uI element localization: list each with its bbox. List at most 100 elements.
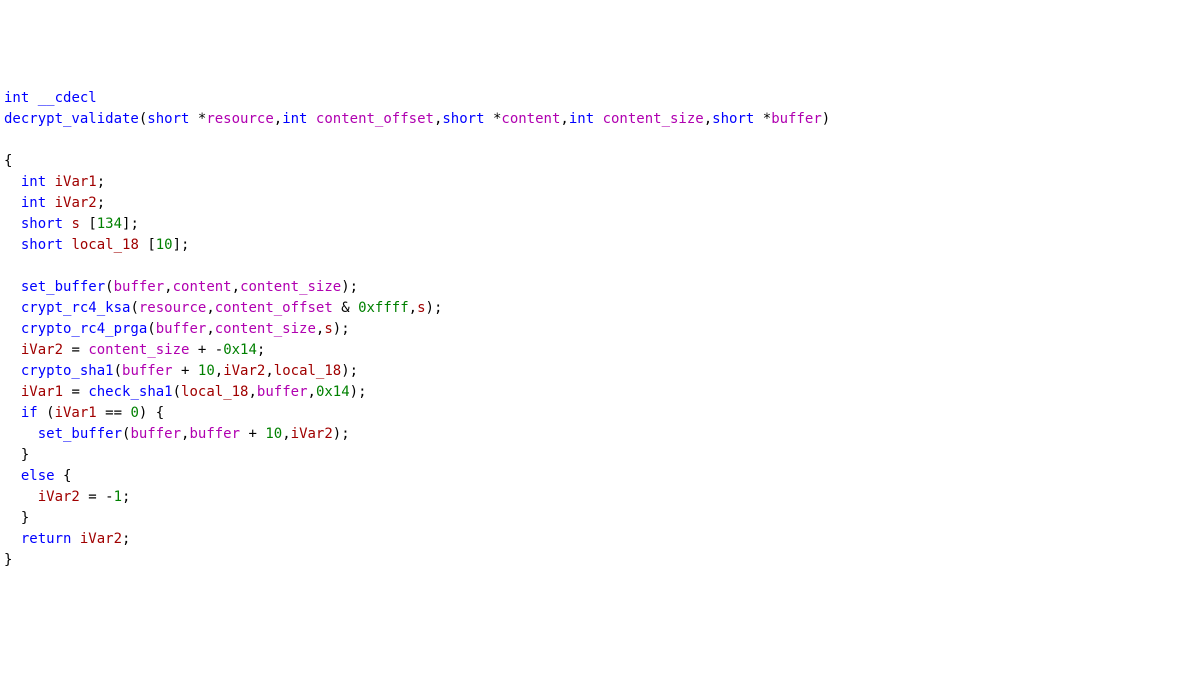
punct: ]; [122, 216, 139, 232]
brace: } [4, 552, 12, 568]
punct: ); [426, 300, 443, 316]
arg[interactable]: content_offset [215, 300, 333, 316]
var[interactable]: iVar2 [38, 489, 80, 505]
punct [594, 111, 602, 127]
arg[interactable]: local_18 [274, 363, 341, 379]
literal: 134 [97, 216, 122, 232]
punct: ( [130, 300, 138, 316]
pad [4, 279, 21, 295]
type: short [147, 111, 189, 127]
func-call[interactable]: crypto_rc4_prga [21, 321, 147, 337]
literal: 0x14 [316, 384, 350, 400]
func-call[interactable]: crypto_sha1 [21, 363, 114, 379]
operator: = [80, 489, 105, 505]
punct: * [754, 111, 771, 127]
arg[interactable]: buffer [156, 321, 207, 337]
func-call[interactable]: crypt_rc4_ksa [21, 300, 131, 316]
punct: , [164, 279, 172, 295]
keyword-if: if [21, 405, 38, 421]
arg[interactable]: iVar2 [223, 363, 265, 379]
operator: == [97, 405, 131, 421]
arg[interactable]: buffer [257, 384, 308, 400]
literal: 0 [130, 405, 138, 421]
punct: , [265, 363, 273, 379]
keyword-int: int [4, 90, 29, 106]
keyword-return: return [21, 531, 72, 547]
var[interactable]: iVar1 [55, 174, 97, 190]
punct: ; [122, 489, 130, 505]
pad [4, 531, 21, 547]
punct: ; [257, 342, 265, 358]
operator: = [63, 384, 88, 400]
func-call[interactable]: set_buffer [21, 279, 105, 295]
param[interactable]: content [501, 111, 560, 127]
punct: , [248, 384, 256, 400]
punct: , [704, 111, 712, 127]
operator: = [63, 342, 88, 358]
arg[interactable]: s [324, 321, 332, 337]
arg[interactable]: content [173, 279, 232, 295]
brace: { [55, 468, 72, 484]
sp [46, 195, 54, 211]
arg[interactable]: buffer [189, 426, 240, 442]
var[interactable]: local_18 [71, 237, 138, 253]
literal: 10 [198, 363, 215, 379]
punct: ( [114, 363, 122, 379]
pad [4, 468, 21, 484]
pad [4, 300, 21, 316]
pad [4, 216, 21, 232]
arg[interactable]: content_size [240, 279, 341, 295]
pad [4, 363, 21, 379]
func-call[interactable]: check_sha1 [88, 384, 172, 400]
var[interactable]: s [71, 216, 79, 232]
operator: + [173, 363, 198, 379]
punct: , [409, 300, 417, 316]
pad [4, 174, 21, 190]
decompiler-code-view[interactable]: int __cdecl decrypt_validate(short *reso… [4, 88, 1179, 571]
function-name[interactable]: decrypt_validate [4, 111, 139, 127]
neg: - [105, 489, 113, 505]
arg[interactable]: buffer [114, 279, 165, 295]
arg[interactable]: content_size [88, 342, 189, 358]
arg[interactable]: iVar2 [291, 426, 333, 442]
arg[interactable]: content_size [215, 321, 316, 337]
func-call[interactable]: set_buffer [38, 426, 122, 442]
var[interactable]: iVar2 [80, 531, 122, 547]
pad [4, 342, 21, 358]
pad [4, 237, 21, 253]
arg[interactable]: resource [139, 300, 206, 316]
param[interactable]: buffer [771, 111, 822, 127]
var[interactable]: iVar2 [21, 342, 63, 358]
punct: , [232, 279, 240, 295]
arg[interactable]: buffer [122, 363, 173, 379]
var[interactable]: iVar1 [21, 384, 63, 400]
punct: ; [97, 174, 105, 190]
keyword-else: else [21, 468, 55, 484]
arg[interactable]: s [417, 300, 425, 316]
punct: ); [341, 363, 358, 379]
pad [4, 405, 21, 421]
literal: 0x14 [223, 342, 257, 358]
arg[interactable]: local_18 [181, 384, 248, 400]
param[interactable]: resource [206, 111, 273, 127]
punct: , [282, 426, 290, 442]
punct: ); [341, 279, 358, 295]
param[interactable]: content_offset [316, 111, 434, 127]
neg: - [215, 342, 223, 358]
var[interactable]: iVar2 [55, 195, 97, 211]
var[interactable]: iVar1 [55, 405, 97, 421]
literal: 10 [156, 237, 173, 253]
punct: ) { [139, 405, 164, 421]
literal: 1 [114, 489, 122, 505]
punct: , [206, 321, 214, 337]
type: short [21, 237, 63, 253]
punct: , [274, 111, 282, 127]
operator: + [189, 342, 214, 358]
arg[interactable]: buffer [130, 426, 181, 442]
pad [4, 426, 38, 442]
punct: ); [333, 426, 350, 442]
punct: , [206, 300, 214, 316]
param[interactable]: content_size [603, 111, 704, 127]
punct: ); [350, 384, 367, 400]
pad [4, 384, 21, 400]
